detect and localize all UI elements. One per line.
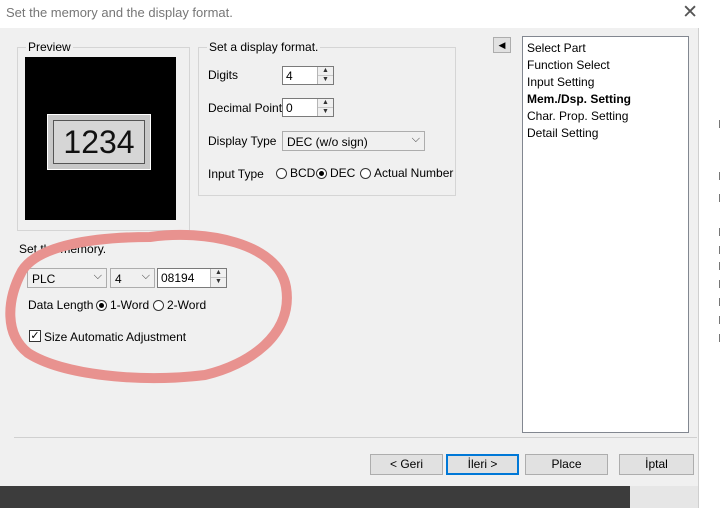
background-window-bottom <box>0 486 630 508</box>
digits-value: 4 <box>286 69 293 83</box>
cancel-button[interactable]: İptal <box>619 454 694 475</box>
decimal-point-label: Decimal Point <box>208 101 283 115</box>
digits-up-icon[interactable]: ▲ <box>318 67 333 76</box>
place-button[interactable]: Place <box>525 454 608 475</box>
digits-label: Digits <box>208 68 239 82</box>
back-button[interactable]: < Geri <box>370 454 443 475</box>
step-function-select[interactable]: Function Select <box>527 58 610 72</box>
radio-label: BCD <box>290 166 316 180</box>
digits-stepper[interactable]: 4 ▲ ▼ <box>282 66 334 85</box>
radio-circle <box>360 167 371 179</box>
display-type-select[interactable]: DEC (w/o sign) ⌵ <box>282 131 425 151</box>
background-scrollbar <box>630 486 698 508</box>
chevron-down-icon: ⌵ <box>411 133 420 145</box>
radio-circle-selected <box>316 167 327 179</box>
step-select-part[interactable]: Select Part <box>527 41 586 55</box>
annotation-circle <box>5 229 292 383</box>
input-type-actual-number-radio[interactable]: Actual Number <box>360 166 453 180</box>
display-type-label: Display Type <box>208 134 277 148</box>
close-icon[interactable]: ✕ <box>682 2 698 24</box>
next-button[interactable]: İleri > <box>446 454 519 475</box>
preview-part-frame: 1234 <box>47 114 151 170</box>
decimal-point-stepper[interactable]: 0 ▲ ▼ <box>282 98 334 117</box>
step-mem-dsp-setting[interactable]: Mem./Dsp. Setting <box>527 92 631 106</box>
step-char-prop-setting[interactable]: Char. Prop. Setting <box>527 109 628 123</box>
background-window-strip <box>698 28 720 508</box>
decimal-up-icon[interactable]: ▲ <box>318 99 333 108</box>
decimal-point-value: 0 <box>286 101 293 115</box>
radio-label: Actual Number <box>374 166 454 180</box>
preview-title: Preview <box>26 40 73 54</box>
wizard-steps-list: Select Part Function Select Input Settin… <box>522 36 689 433</box>
radio-circle <box>276 167 287 179</box>
title-bar: Set the memory and the display format. ✕ <box>0 0 720 28</box>
input-type-bcd-radio[interactable]: BCD <box>276 166 315 180</box>
window-title: Set the memory and the display format. <box>6 5 233 20</box>
step-input-setting[interactable]: Input Setting <box>527 75 594 89</box>
step-detail-setting[interactable]: Detail Setting <box>527 126 598 140</box>
input-type-label: Input Type <box>208 167 264 181</box>
radio-label: DEC <box>330 166 356 180</box>
collapse-nav-button[interactable]: ◀ <box>493 37 511 53</box>
digits-down-icon[interactable]: ▼ <box>318 76 333 84</box>
decimal-down-icon[interactable]: ▼ <box>318 108 333 116</box>
button-separator <box>14 437 697 438</box>
input-type-dec-radio[interactable]: DEC <box>316 166 355 180</box>
preview-value: 1234 <box>53 120 145 164</box>
display-type-value: DEC (w/o sign) <box>287 135 368 149</box>
display-format-title: Set a display format. <box>207 40 321 54</box>
preview-canvas: 1234 <box>25 57 176 220</box>
